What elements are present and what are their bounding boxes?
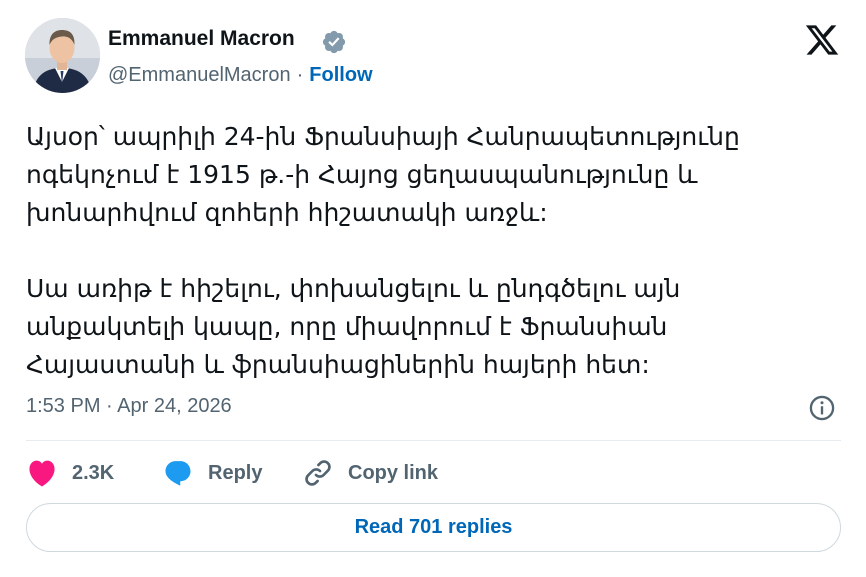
- info-icon[interactable]: [808, 394, 836, 422]
- tweet-timestamp[interactable]: 1:53 PM · Apr 24, 2026: [26, 395, 232, 418]
- read-replies-button[interactable]: Read 701 replies: [26, 503, 841, 552]
- separator-dot: ·: [296, 64, 304, 86]
- author-name[interactable]: Emmanuel Macron: [108, 27, 295, 51]
- author-handle-row: @EmmanuelMacron · Follow: [108, 64, 373, 87]
- like-button[interactable]: 2.3K: [26, 453, 114, 493]
- heart-icon: [29, 460, 55, 487]
- copy-link-button[interactable]: Copy link: [302, 453, 438, 493]
- x-logo-icon[interactable]: [804, 22, 840, 58]
- reply-label: Reply: [208, 461, 263, 484]
- tweet-text: Այսօր՝ ապրիլի 24-ին Ֆրանսիայի Հանրապետու…: [26, 118, 841, 384]
- tweet-paragraph-2: Սա առիթ է հիշելու, փոխանցելու և ընդգծելո…: [26, 274, 681, 379]
- tweet-embed-card: Emmanuel Macron @EmmanuelMacron · Follow Ա…: [0, 0, 866, 577]
- like-count: 2.3K: [72, 461, 115, 484]
- divider: [26, 440, 841, 441]
- reply-button[interactable]: Reply: [162, 453, 262, 493]
- follow-link[interactable]: Follow: [309, 64, 372, 86]
- link-icon: [305, 460, 331, 486]
- author-handle[interactable]: @EmmanuelMacron: [108, 64, 291, 86]
- tweet-paragraph-1: Այսօր՝ ապրիլի 24-ին Ֆրանսիայի Հանրապետու…: [26, 122, 740, 227]
- chat-bubble-icon: [165, 461, 191, 486]
- avatar[interactable]: [25, 18, 100, 93]
- copy-link-label: Copy link: [348, 461, 439, 484]
- verified-badge-icon: [322, 30, 346, 54]
